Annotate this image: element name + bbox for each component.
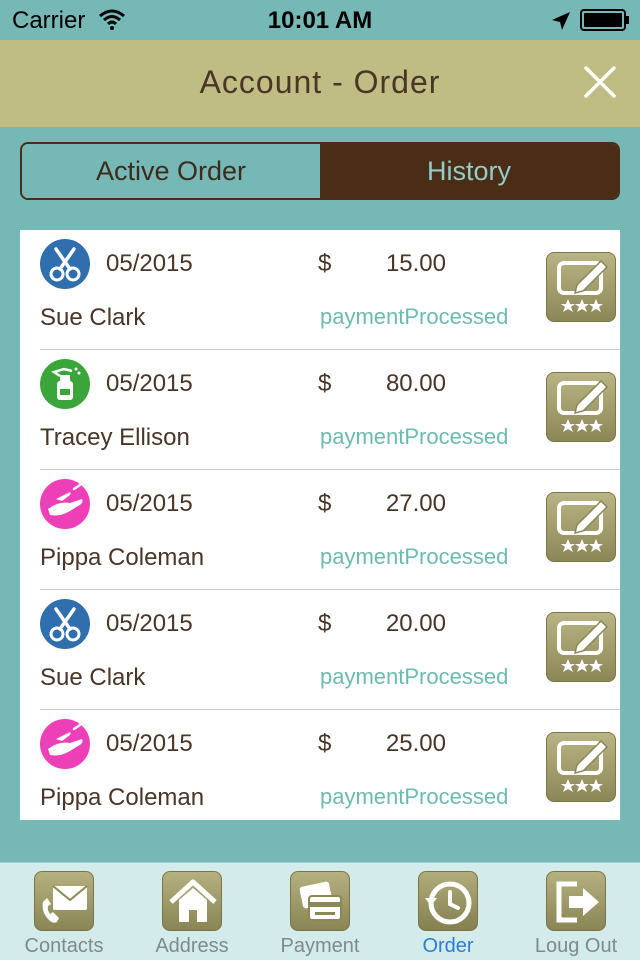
tab-history[interactable]: History <box>320 144 618 198</box>
status-bar: Carrier 10:01 AM <box>0 0 640 40</box>
tab-active-order[interactable]: Active Order <box>22 144 320 198</box>
rate-review-button[interactable] <box>546 372 616 442</box>
rate-review-button[interactable] <box>546 612 616 682</box>
stylist-name: Sue Clark <box>40 664 146 691</box>
order-amount: 20.00 <box>385 610 446 637</box>
tab-label: Order <box>422 935 474 957</box>
stylist-name: Pippa Coleman <box>40 784 205 811</box>
payment-card-icon <box>290 871 350 931</box>
order-status: paymentProcessed <box>320 544 509 569</box>
order-row[interactable]: 05/2015 $15.00 Sue Clark paymentProcessed <box>20 230 620 350</box>
stylist-name: Tracey Ellison <box>40 424 190 451</box>
order-list: 05/2015 $15.00 Sue Clark paymentProcessed 05… <box>20 230 620 820</box>
home-icon <box>162 871 222 931</box>
tab-order[interactable]: Order <box>384 863 512 960</box>
rate-review-button[interactable] <box>546 252 616 322</box>
tab-label: Loug Out <box>534 935 618 957</box>
order-row[interactable]: 05/2015 $80.00 Tracey Ellison paymentProces… <box>20 350 620 470</box>
tab-payment[interactable]: Payment <box>256 863 384 960</box>
order-date: 05/2015 <box>106 730 193 757</box>
hand-nails-icon <box>40 719 90 769</box>
order-date: 05/2015 <box>106 250 193 277</box>
order-amount: 15.00 <box>385 250 446 277</box>
order-row[interactable]: 05/2015 $20.00 Sue Clark paymentProcessed <box>20 590 620 710</box>
tab-loug-out[interactable]: Loug Out <box>512 863 640 960</box>
clock-label: 10:01 AM <box>267 7 373 34</box>
order-segmented-control: Active Order History <box>20 142 620 200</box>
tab-label: Payment <box>280 935 360 957</box>
order-row[interactable]: 05/2015 $25.00 Pippa Coleman paymentProcess… <box>20 710 620 820</box>
order-amount: 80.00 <box>385 370 446 397</box>
tab-contacts[interactable]: Contacts <box>0 863 128 960</box>
tab-label: Contacts <box>24 935 104 957</box>
rate-review-button[interactable] <box>546 492 616 562</box>
tab-address[interactable]: Address <box>128 863 256 960</box>
history-clock-icon <box>418 871 478 931</box>
order-status: paymentProcessed <box>320 424 509 449</box>
scissors-icon <box>40 599 90 649</box>
order-row[interactable]: 05/2015 $27.00 Pippa Coleman paymentProcess… <box>20 470 620 590</box>
stylist-name: Sue Clark <box>40 304 146 331</box>
logout-icon <box>546 871 606 931</box>
order-amount: 25.00 <box>385 730 446 757</box>
order-status: paymentProcessed <box>320 784 509 809</box>
close-icon[interactable] <box>580 62 620 102</box>
scissors-icon <box>40 239 90 289</box>
order-amount: 27.00 <box>385 490 446 517</box>
order-status: paymentProcessed <box>320 304 509 329</box>
hand-nails-icon <box>40 479 90 529</box>
order-date: 05/2015 <box>106 610 193 637</box>
tab-bar: Contacts Address Payment Order Loug Out <box>0 862 640 960</box>
rate-review-button[interactable] <box>546 732 616 802</box>
navigation-bar: Account - Order <box>0 40 640 128</box>
battery-icon <box>580 9 630 36</box>
page-title: Account - Order <box>199 64 441 100</box>
stylist-name: Pippa Coleman <box>40 544 205 571</box>
order-date: 05/2015 <box>106 370 193 397</box>
tab-label: Address <box>155 935 229 957</box>
order-status: paymentProcessed <box>320 664 509 689</box>
contacts-icon <box>34 871 94 931</box>
location-arrow-icon <box>550 10 572 37</box>
order-date: 05/2015 <box>106 490 193 517</box>
spray-bottle-icon <box>40 359 90 409</box>
